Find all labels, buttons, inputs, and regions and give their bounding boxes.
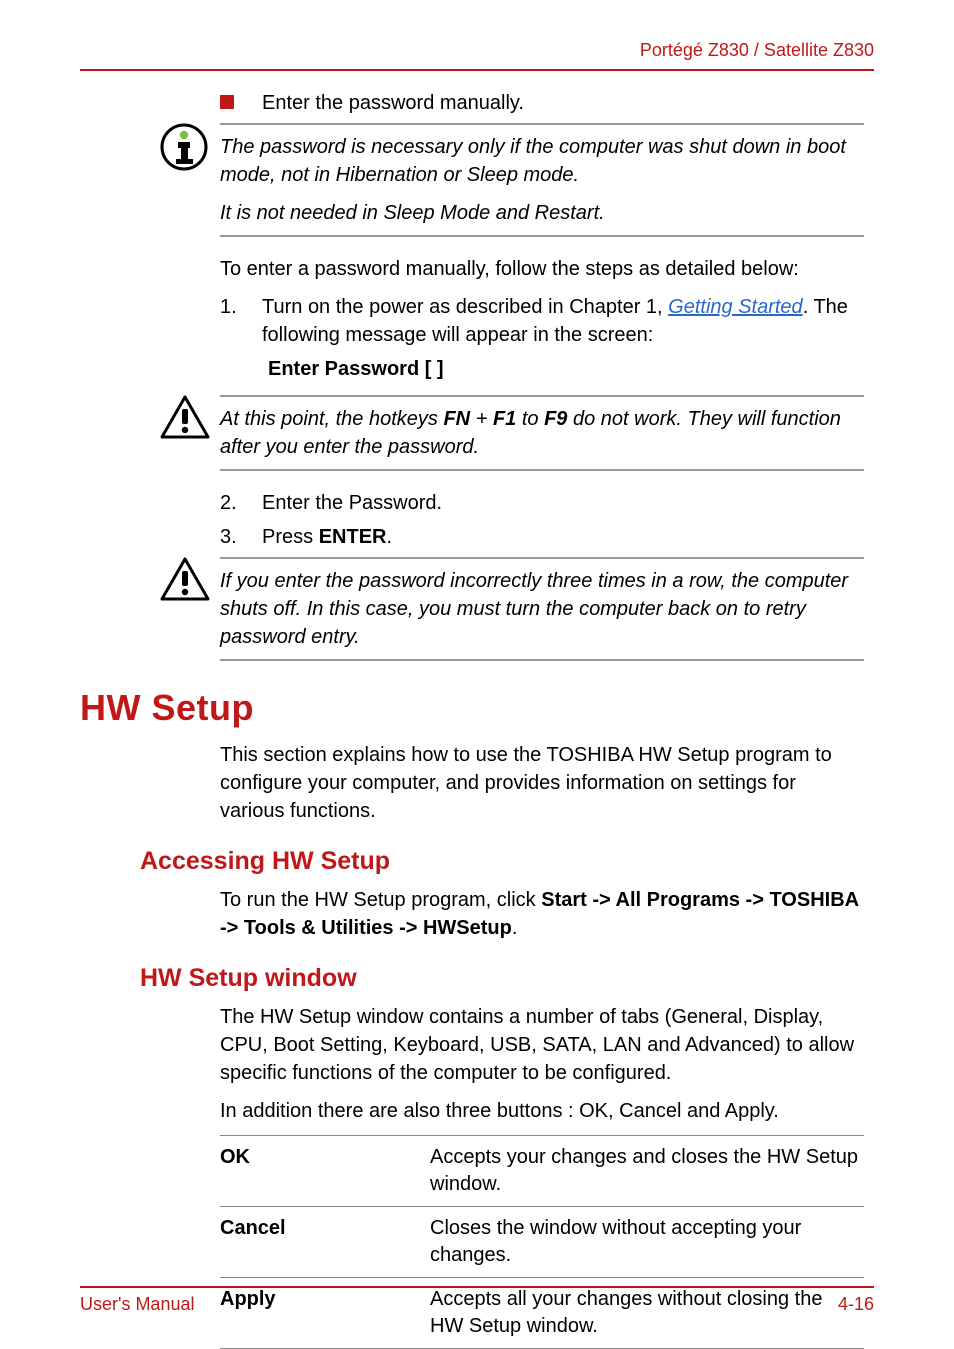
footer-right: 4-16: [838, 1294, 874, 1315]
step-number: 1.: [220, 293, 262, 321]
footer-left: User's Manual: [80, 1294, 194, 1315]
table-row: Cancel Closes the window without accepti…: [220, 1207, 864, 1278]
txt: To run the HW Setup program, click: [220, 889, 541, 911]
warning-triangle-icon: [160, 557, 210, 603]
hw-setup-window-heading: HW Setup window: [140, 964, 874, 993]
step-3: 3. Press ENTER.: [220, 523, 864, 551]
step-body: Enter the Password.: [262, 489, 864, 517]
hw-buttons-table: OK Accepts your changes and closes the H…: [220, 1135, 864, 1349]
accessing-hw-setup-heading: Accessing HW Setup: [140, 847, 874, 876]
step-1-sub: Enter Password [ ]: [220, 355, 864, 389]
bullet-text: Enter the password manually.: [262, 89, 524, 117]
page-footer: User's Manual 4-16: [80, 1286, 874, 1315]
key-fn: FN: [443, 408, 470, 430]
txt: At this point, the hotkeys: [220, 408, 443, 430]
body-text: To enter a password manually, follow the…: [220, 255, 864, 283]
step-1: 1. Turn on the power as described in Cha…: [220, 293, 864, 349]
step-2: 2. Enter the Password.: [220, 489, 864, 517]
txt: .: [386, 526, 392, 548]
getting-started-link[interactable]: Getting Started: [668, 296, 803, 318]
bullet-square-icon: [220, 95, 234, 109]
warning-callout-1-text: At this point, the hotkeys FN + F1 to F9…: [220, 405, 858, 461]
footer-rule: [80, 1286, 874, 1288]
step-body: Press ENTER.: [262, 523, 864, 551]
info-callout-text-2: It is not needed in Sleep Mode and Resta…: [220, 199, 858, 227]
hw-setup-window-p2: In addition there are also three buttons…: [220, 1097, 864, 1125]
txt: Press: [262, 526, 319, 548]
hw-setup-heading: HW Setup: [80, 687, 874, 729]
table-val: Closes the window without accepting your…: [430, 1207, 864, 1278]
accessing-hw-setup-text: To run the HW Setup program, click Start…: [220, 886, 864, 942]
warning-callout-2: If you enter the password incorrectly th…: [80, 557, 874, 661]
hw-setup-window-p1: The HW Setup window contains a number of…: [220, 1003, 864, 1087]
info-callout-text-1: The password is necessary only if the co…: [220, 133, 858, 189]
step-number: 3.: [220, 523, 262, 551]
step-text-a: Turn on the power as described in Chapte…: [262, 296, 668, 318]
header-product: Portégé Z830 / Satellite Z830: [80, 40, 874, 69]
step-number: 2.: [220, 489, 262, 517]
txt: to: [516, 408, 544, 430]
warning-triangle-icon: [160, 395, 210, 441]
warning-callout-2-text: If you enter the password incorrectly th…: [220, 567, 858, 651]
warning-callout-1: At this point, the hotkeys FN + F1 to F9…: [80, 395, 874, 471]
step-body: Turn on the power as described in Chapte…: [262, 293, 864, 349]
enter-password-prompt: Enter Password [ ]: [268, 355, 864, 383]
hw-setup-intro: This section explains how to use the TOS…: [220, 741, 864, 825]
table-row: OK Accepts your changes and closes the H…: [220, 1136, 864, 1207]
table-val: Accepts your changes and closes the HW S…: [430, 1136, 864, 1207]
txt: +: [470, 408, 493, 430]
key-enter: ENTER: [319, 526, 387, 548]
txt: .: [512, 917, 518, 939]
header-rule: [80, 69, 874, 71]
bullet-item: Enter the password manually.: [220, 89, 864, 117]
info-callout: The password is necessary only if the co…: [80, 123, 874, 237]
key-f1: F1: [493, 408, 516, 430]
table-key: Cancel: [220, 1207, 430, 1278]
key-f9: F9: [544, 408, 567, 430]
table-key: OK: [220, 1136, 430, 1207]
info-icon: [160, 123, 210, 171]
